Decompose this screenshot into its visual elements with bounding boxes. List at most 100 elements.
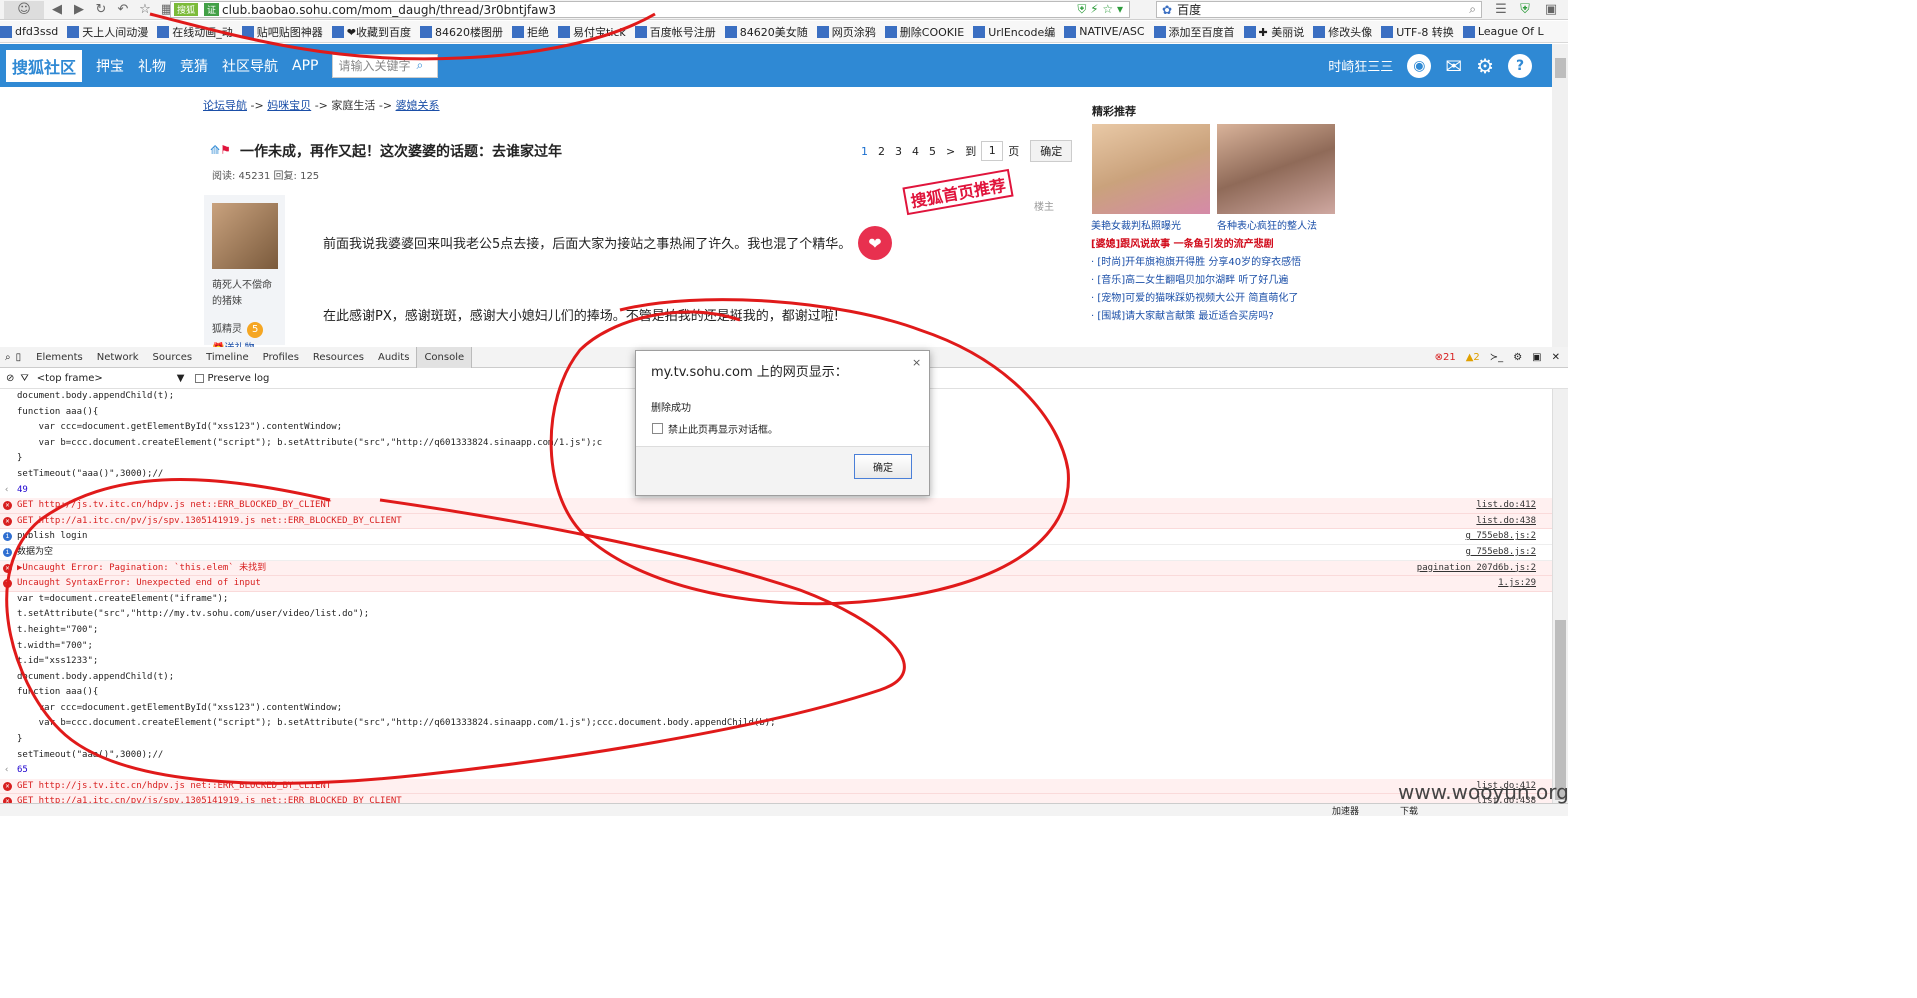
nav-gift[interactable]: 礼物 [138,56,166,76]
tab-resources[interactable]: Resources [306,347,371,368]
bookmark-item[interactable]: UrlEncode编 [973,24,1055,40]
author-name[interactable]: 萌死人不偿命的猪妹 [212,278,278,310]
drawer-icon[interactable]: ≻_ [1490,352,1503,363]
bookmark-item[interactable]: ❤收藏到百度 [331,24,411,40]
bookmark-item[interactable]: 84620美女随 [724,24,808,40]
tab-network[interactable]: Network [90,347,146,368]
bookmark-item[interactable]: 84620楼图册 [420,24,503,40]
rail-caption[interactable]: 各种表心疯狂的整人法 [1217,217,1317,232]
filter-icon[interactable]: ⛛ [20,373,28,384]
page-number-input[interactable]: 1 [981,141,1004,161]
page-link[interactable]: 3 [895,145,902,158]
message-icon[interactable]: ✉ [1445,54,1462,78]
rail-thumbnail[interactable] [1092,124,1210,214]
page-link[interactable]: 1 [861,145,868,158]
nav-community[interactable]: 社区导航 [222,56,278,76]
suppress-dialog-checkbox[interactable]: 禁止此页再显示对话框。 [652,421,778,436]
warning-count-icon[interactable]: ▲2 [1466,352,1480,363]
page-confirm-button[interactable]: 确定 [1030,140,1073,162]
avatar-icon[interactable]: ◉ [1407,53,1432,78]
page-scrollbar[interactable] [1552,44,1568,347]
username[interactable]: 时崎狂三三 [1328,56,1393,75]
rail-link[interactable]: [婆媳]跟风说故事 一条鱼引发的流产悲剧 [1091,235,1274,250]
tab-audits[interactable]: Audits [371,347,416,368]
star-icon[interactable]: ☆ [136,1,154,19]
breadcrumb-root[interactable]: 论坛导航 [203,99,247,112]
frame-select-arrow-icon[interactable]: ▼ [177,373,185,384]
back-icon[interactable]: ◀ [48,1,66,19]
bookmark-item[interactable]: ✚ 美丽说 [1243,24,1304,40]
console-scrollbar-thumb[interactable] [1555,620,1566,800]
checkbox-box[interactable] [652,423,663,434]
preserve-log-checkbox[interactable] [194,374,204,383]
download-label[interactable]: 下载 [1400,804,1418,816]
tab-profiles[interactable]: Profiles [256,347,306,368]
console-source-link[interactable]: 1.js:29 [1498,576,1536,592]
undo-icon[interactable]: ↶ [114,1,132,19]
console-source-link[interactable]: g_755eb8.js:2 [1466,529,1536,545]
search-engine-box[interactable]: ✿ 百度 ⌕ [1156,1,1482,18]
rail-link[interactable]: · [宠物]可爱的猫咪踩奶视频大公开 简直萌化了 [1091,289,1298,304]
dock-icon[interactable]: ▣ [1532,352,1541,363]
rail-link[interactable]: · [围城]请大家献言献策 最近适合买房吗? [1091,307,1274,322]
search-icon[interactable]: ⌕ [1469,2,1476,17]
bookmark-item[interactable]: League Of L [1462,25,1544,38]
next-page-link[interactable]: > [946,145,955,158]
dialog-ok-button[interactable]: 确定 [854,454,912,479]
tab-timeline[interactable]: Timeline [199,347,256,368]
accelerator-label[interactable]: 加速器 [1332,804,1359,816]
inspect-icon[interactable]: ⌕ [5,352,11,363]
tab-sources[interactable]: Sources [146,347,200,368]
refresh-icon[interactable]: ↻ [92,1,110,19]
bookmark-item[interactable]: NATIVE/ASC [1064,25,1145,38]
page-scrollbar-thumb[interactable] [1555,58,1566,78]
gear-icon[interactable]: ⚙ [1476,54,1494,78]
nav-app[interactable]: APP [292,58,318,74]
console-source-link[interactable]: list.do:438 [1476,514,1536,530]
site-search-input[interactable]: 请输入关键字 ⌕ [332,53,439,78]
tab-favicon[interactable]: ☺ [4,0,44,19]
bookmark-item[interactable]: UTF-8 转换 [1381,24,1454,40]
rail-caption[interactable]: 美艳女裁判私照曝光 [1091,217,1181,232]
tab-elements[interactable]: Elements [29,347,90,368]
shield-icon[interactable]: ⛨ ⚡ ☆ ▾ [1077,2,1123,17]
forward-icon[interactable]: ▶ [70,1,88,19]
settings-icon[interactable]: ⚙ [1513,352,1522,363]
page-link[interactable]: 4 [912,145,919,158]
bookmark-item[interactable]: 添加至百度首 [1153,24,1235,40]
console-source-link[interactable]: list.do:412 [1476,498,1536,514]
site-logo[interactable]: 搜狐社区 [6,49,83,82]
extension2-icon[interactable]: ▣ [1542,1,1560,19]
bookmark-item[interactable]: 修改头像 [1313,24,1372,40]
menu-icon[interactable]: ☰ [1492,1,1510,19]
bookmark-item[interactable]: 贴吧贴图神器 [241,24,323,40]
device-icon[interactable]: ▯ [16,352,22,363]
bookmark-item[interactable]: 在线动画_动 [157,24,233,40]
author-avatar[interactable] [212,203,278,269]
bookmark-item[interactable]: 拒绝 [512,24,549,40]
frame-select[interactable]: <top frame> [37,373,167,384]
search-icon[interactable]: ⌕ [417,58,424,73]
rail-link[interactable]: · [时尚]开年旗袍旗开得胜 分享40岁的穿衣感悟 [1091,253,1301,268]
rail-link[interactable]: · [音乐]高二女生翻唱贝加尔湖畔 听了好几遍 [1091,271,1288,286]
dialog-close-icon[interactable]: × [912,356,921,369]
console-source-link[interactable]: g_755eb8.js:2 [1466,545,1536,561]
extension-icon[interactable]: ⛨ [1516,1,1534,19]
help-icon[interactable]: ? [1508,53,1532,78]
rail-thumbnail[interactable] [1217,124,1335,214]
bookmark-item[interactable]: 网页涂鸦 [816,24,876,40]
console-source-link[interactable]: pagination_207d6b.js:2 [1417,561,1536,577]
error-count-icon[interactable]: ⊗21 [1435,352,1456,363]
close-icon[interactable]: ✕ [1552,352,1560,363]
nav-bet[interactable]: 押宝 [96,56,124,76]
breadcrumb-item[interactable]: 妈咪宝贝 [267,99,311,112]
bookmark-item[interactable]: 删除COOKIE [884,24,964,40]
address-bar[interactable]: 搜狐 证 club.baobao.sohu.com/mom_daugh/thre… [170,1,1130,18]
breadcrumb-item[interactable]: 婆媳关系 [396,99,440,112]
page-link[interactable]: 5 [929,145,936,158]
page-link[interactable]: 2 [878,145,885,158]
breadcrumb-item[interactable]: 家庭生活 [331,99,375,112]
bookmark-item[interactable]: 易付宝tick [558,24,626,40]
clear-console-icon[interactable]: ⊘ [6,373,14,384]
nav-quiz[interactable]: 竞猜 [180,56,208,76]
